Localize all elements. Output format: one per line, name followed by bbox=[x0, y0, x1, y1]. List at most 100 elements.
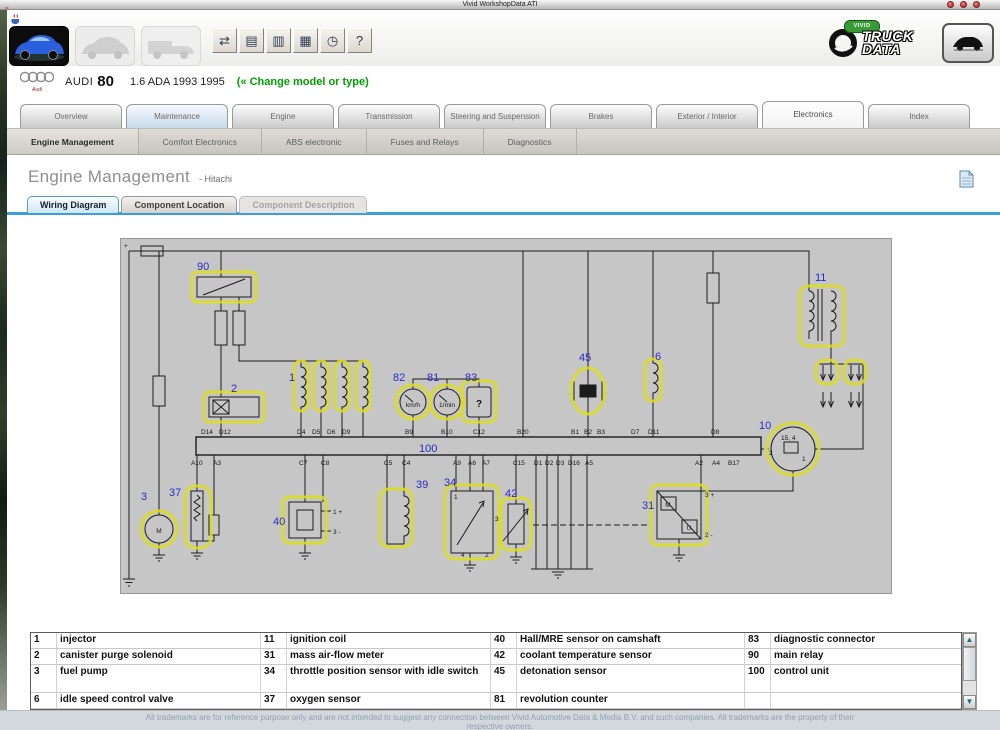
component-legend: 1 injector 11 ignition coil 40 Hall/MRE senso… bbox=[30, 632, 977, 710]
legend-name: control unit bbox=[771, 665, 961, 693]
vehicle-engine: 1.6 ADA 1993 1995 bbox=[129, 75, 225, 88]
diagram-label: 2 bbox=[769, 450, 773, 457]
diagram-label: 2 bbox=[231, 383, 237, 395]
main-tab-overview[interactable]: Overview bbox=[20, 104, 122, 128]
audi-logo-caption: Audi bbox=[31, 87, 42, 93]
sub-tabs: Engine Management Comfort Electronics ABS … bbox=[7, 128, 1000, 155]
diagram-label: 83 bbox=[465, 372, 477, 384]
view-tab-wiring-diagram[interactable]: Wiring Diagram bbox=[27, 196, 120, 213]
diagram-label: M bbox=[665, 502, 670, 509]
truckdata-logo[interactable]: VIVID TRUCK DATA bbox=[828, 20, 938, 64]
diagram-label: A7 bbox=[482, 460, 490, 467]
diagram-label: 45 bbox=[579, 352, 591, 364]
legend-num: 1 bbox=[31, 633, 57, 649]
diagram-label: D1 bbox=[534, 460, 543, 467]
diagram-label: B10 bbox=[441, 429, 453, 436]
sub-tab-fuses-and-relays[interactable]: Fuses and Relays bbox=[367, 129, 484, 154]
restore-button[interactable] bbox=[960, 1, 967, 8]
diagram-label: U bbox=[687, 525, 692, 532]
diagram-label: 3 - bbox=[333, 529, 341, 536]
diagram-label: 42 bbox=[505, 488, 517, 500]
truckdata-text: TRUCK DATA bbox=[862, 28, 914, 57]
diagram-label: D12 bbox=[219, 429, 231, 436]
diagram-label: D11 bbox=[648, 429, 660, 436]
current-vehicle-image[interactable] bbox=[9, 26, 69, 66]
sub-tab-abs-electronic[interactable]: ABS electronic bbox=[262, 129, 367, 154]
scroll-up-button[interactable]: ▲ bbox=[963, 633, 976, 647]
legend-name: mass air-flow meter bbox=[287, 649, 491, 665]
clock-icon[interactable]: ◷ bbox=[320, 28, 345, 53]
notepad-icon[interactable]: ▤ bbox=[239, 28, 264, 53]
main-tab-exterior-interior[interactable]: Exterior / Interior bbox=[656, 104, 758, 128]
diagram-label: km/h bbox=[406, 402, 420, 409]
view-tabs: Wiring Diagram Component Location Componen… bbox=[27, 196, 368, 213]
legend-name: detonation sensor bbox=[517, 665, 745, 693]
diagram-label: D8 bbox=[711, 429, 720, 436]
diagram-label: 100 bbox=[419, 443, 437, 455]
view-tab-component-location[interactable]: Component Location bbox=[121, 196, 238, 213]
minimize-button[interactable] bbox=[947, 1, 954, 8]
diagram-label: D16 bbox=[568, 460, 580, 467]
main-tab-engine[interactable]: Engine bbox=[232, 104, 334, 128]
main-tab-index[interactable]: Index bbox=[868, 104, 970, 128]
diagram-label: 1 bbox=[802, 456, 806, 463]
disclaimer-line2: respective owners. bbox=[466, 722, 534, 730]
diagram-label: 3 bbox=[495, 516, 499, 523]
legend-name: canister purge solenoid bbox=[57, 649, 261, 665]
diagram-label: D4 bbox=[297, 429, 306, 436]
legend-name: coolant temperature sensor bbox=[517, 649, 745, 665]
legend-scrollbar: ▲ ▼ bbox=[962, 632, 977, 710]
legend-num: 45 bbox=[491, 665, 517, 693]
main-tab-electronics[interactable]: Electronics bbox=[762, 101, 864, 128]
scroll-down-button[interactable]: ▼ bbox=[963, 695, 976, 709]
diagram-label: 2 - bbox=[705, 532, 713, 539]
diagram-label: A3 bbox=[213, 460, 221, 467]
diagram-label: D3 bbox=[556, 460, 565, 467]
sub-tab-comfort-electronics[interactable]: Comfort Electronics bbox=[139, 129, 262, 154]
close-button[interactable] bbox=[973, 1, 980, 8]
audi-logo: Audi bbox=[19, 70, 55, 93]
legend-name: fuel pump bbox=[57, 665, 261, 693]
gear-icon bbox=[828, 28, 858, 63]
page-title: Engine Management - Hitachi bbox=[28, 167, 232, 187]
main-tab-brakes[interactable]: Brakes bbox=[550, 104, 652, 128]
car-logo-button[interactable] bbox=[942, 23, 994, 63]
main-tab-steering-and-suspension[interactable]: Steering and Suspension bbox=[444, 104, 546, 128]
scroll-thumb[interactable] bbox=[963, 647, 976, 681]
diagram-label: D14 bbox=[201, 429, 213, 436]
diagram-label: B20 bbox=[517, 429, 529, 436]
calculator-icon[interactable]: ▦ bbox=[293, 28, 318, 53]
vehicle-bar: Audi AUDI 80 1.6 ADA 1993 1995 (« Change… bbox=[7, 66, 1000, 97]
diagram-label: 90 bbox=[197, 261, 209, 273]
diagram-label: 10 bbox=[759, 420, 771, 432]
diagram-label: 6 bbox=[655, 351, 661, 363]
diagram-label: 39 bbox=[416, 479, 428, 491]
legend-num: 40 bbox=[491, 633, 517, 649]
diagram-label: 15, 4 bbox=[781, 435, 796, 442]
desktop-background-strip bbox=[0, 10, 7, 710]
diagram-label: D2 bbox=[545, 460, 554, 467]
legend-num: 83 bbox=[745, 633, 771, 649]
print-icon[interactable]: ▥ bbox=[266, 28, 291, 53]
main-tab-transmission[interactable]: Transmission bbox=[338, 104, 440, 128]
sub-tab-engine-management[interactable]: Engine Management bbox=[7, 129, 139, 154]
main-tab-maintenance[interactable]: Maintenance bbox=[126, 104, 228, 128]
diagram-label: B2 bbox=[584, 429, 592, 436]
main-tabs: Overview Maintenance Engine Transmission Ste… bbox=[7, 97, 1000, 128]
diagram-label: 2 bbox=[485, 552, 489, 559]
legend-num bbox=[745, 693, 771, 709]
sub-tab-diagnostics[interactable]: Diagnostics bbox=[484, 129, 577, 154]
change-model-link[interactable]: (« Change model or type) bbox=[237, 76, 369, 88]
legend-num: 11 bbox=[261, 633, 287, 649]
document-icon[interactable] bbox=[959, 170, 974, 193]
diagram-label: 1 bbox=[454, 494, 458, 501]
view-tab-component-description: Component Description bbox=[239, 196, 368, 213]
help-icon[interactable]: ? bbox=[347, 28, 372, 53]
car-icon bbox=[953, 37, 983, 51]
diagram-label: A2 bbox=[695, 460, 703, 467]
diagram-label: A6 bbox=[468, 460, 476, 467]
content-area: Engine Management - Hitachi Wiring Diagr… bbox=[7, 155, 1000, 710]
legend-num: 37 bbox=[261, 693, 287, 709]
transfer-icon[interactable]: ⇄ bbox=[212, 28, 237, 53]
diagram-label: D5 bbox=[312, 429, 321, 436]
